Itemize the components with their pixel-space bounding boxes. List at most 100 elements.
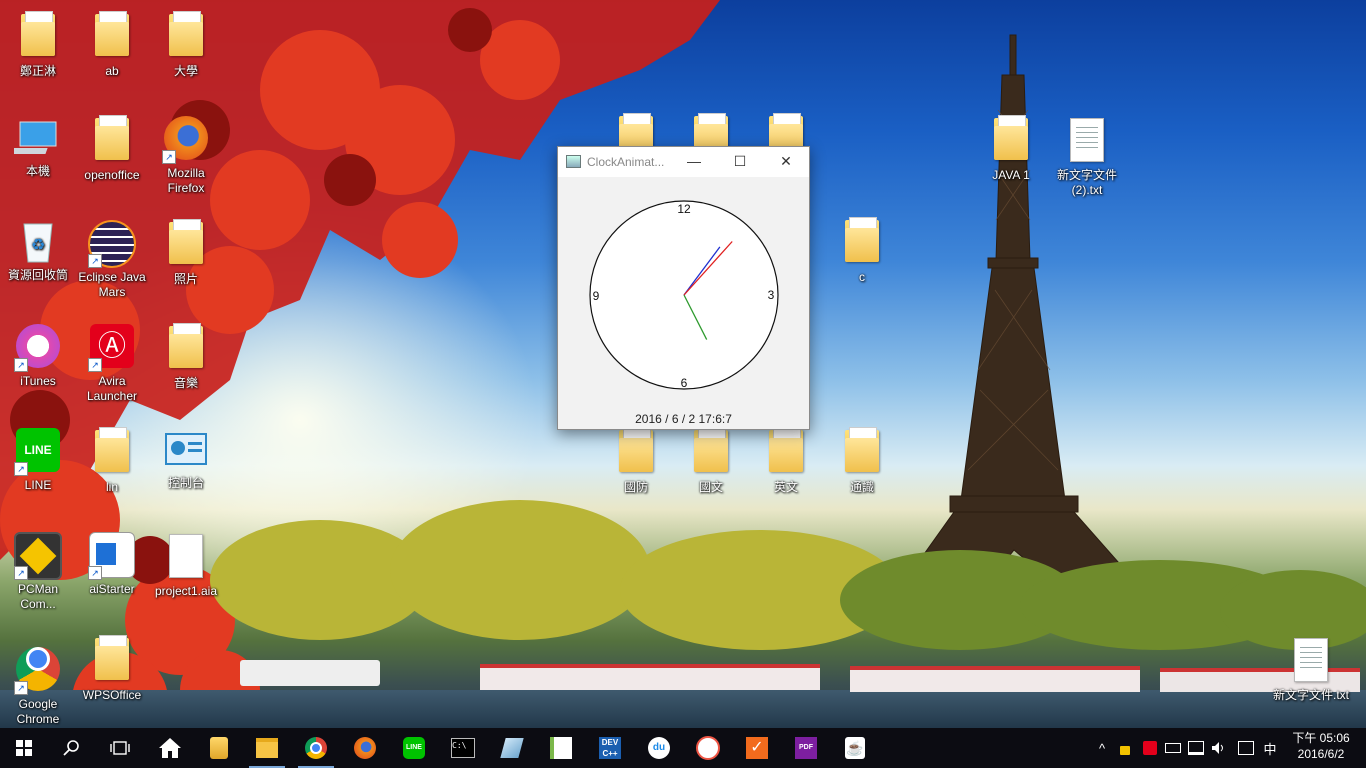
icon-label: 控制台 xyxy=(167,476,204,490)
text-file-icon xyxy=(1070,118,1104,162)
taskbar-snipping[interactable] xyxy=(684,728,732,768)
java-app-icon xyxy=(566,155,581,168)
shortcut-arrow-icon: ↗ xyxy=(14,462,28,476)
show-hidden-icons-button[interactable]: ^ xyxy=(1091,728,1113,768)
task-view-button[interactable] xyxy=(96,728,144,768)
devcpp-icon: DEV C++ xyxy=(599,737,621,759)
desktop-icon-c[interactable]: c xyxy=(824,216,900,285)
taskbar-todo[interactable]: ✓ xyxy=(733,728,781,768)
shortcut-arrow-icon: ↗ xyxy=(14,681,28,695)
icon-label: 國防 xyxy=(623,480,648,494)
desktop-icon-firefox[interactable]: ↗ Mozilla Firefox xyxy=(148,114,224,196)
tree-line-graphic xyxy=(210,500,1366,650)
icon-label: 新文字文件 (2).txt xyxy=(1056,168,1117,197)
desktop-icon-user-folder[interactable]: 鄭正淋 xyxy=(0,10,76,79)
icon-label: ab xyxy=(105,64,119,78)
desktop-icon-java1[interactable]: JAVA 1 xyxy=(973,114,1049,183)
home-icon xyxy=(159,738,181,758)
svg-text:♻: ♻ xyxy=(31,235,45,254)
desktop-icon-line[interactable]: LINE ↗ LINE xyxy=(0,426,76,493)
desktop-icon-photos[interactable]: 照片 xyxy=(148,218,224,287)
icon-label: Eclipse Java Mars xyxy=(78,270,146,299)
taskbar-home[interactable] xyxy=(146,728,194,768)
desktop-icon-avira[interactable]: Ⓐ ↗ Avira Launcher xyxy=(74,322,150,404)
snipping-icon xyxy=(696,736,720,760)
folder-icon xyxy=(845,427,879,472)
desktop-icon-itunes[interactable]: ↗ iTunes xyxy=(0,322,76,389)
icon-label: 國文 xyxy=(698,480,723,494)
icon-label: iTunes xyxy=(20,374,56,388)
desktop-icon-new-text-2[interactable]: 新文字文件 (2).txt xyxy=(1049,114,1125,198)
icon-label: LINE xyxy=(24,478,52,492)
desktop-icon-wpsoffice[interactable]: WPSOffice xyxy=(74,634,150,703)
desktop-icon-control-panel[interactable]: 控制台 xyxy=(148,426,224,491)
icon-label: 新文字文件.txt xyxy=(1273,688,1350,702)
desktop-icon-pcman[interactable]: ↗ PCMan Com... xyxy=(0,530,76,612)
taskbar-cmd[interactable]: C:\ xyxy=(439,728,487,768)
taskbar: LINE C:\ DEV C++ du ✓ PDF ☕ ^ 中 下午 05:06 … xyxy=(0,728,1366,768)
desktop-icon-recycle-bin[interactable]: ♻ 資源回收筒 xyxy=(0,218,76,283)
desktop-icon-lin[interactable]: lin xyxy=(74,426,150,495)
taskbar-devcpp[interactable]: DEV C++ xyxy=(586,728,634,768)
minimize-button[interactable]: — xyxy=(671,147,717,177)
taskbar-app[interactable] xyxy=(488,728,536,768)
todo-icon: ✓ xyxy=(746,737,768,759)
icon-label: 通識 xyxy=(849,480,874,494)
icon-label: 資源回收筒 xyxy=(7,268,68,282)
baidu-icon: du xyxy=(648,737,670,759)
taskbar-java[interactable]: ☕ xyxy=(831,728,879,768)
desktop-icon-project1[interactable]: project1.aia xyxy=(148,530,224,599)
windows-logo-icon xyxy=(16,740,32,756)
desktop-icon-general-education[interactable]: 通識 xyxy=(824,426,900,495)
desktop-icon-ab[interactable]: ab xyxy=(74,10,150,79)
icon-label: Avira Launcher xyxy=(86,374,138,403)
tray-battery[interactable] xyxy=(1162,728,1184,768)
ime-indicator[interactable]: 中 xyxy=(1259,728,1281,768)
taskbar-notes[interactable] xyxy=(195,728,243,768)
desktop-icon-eclipse[interactable]: ↗ Eclipse Java Mars xyxy=(74,218,150,300)
desktop-icon-this-pc[interactable]: 本機 xyxy=(0,114,76,179)
clock-animation-window[interactable]: ClockAnimat... — ☐ ✕ 12 3 6 9 2016 / 6 /… xyxy=(557,146,810,430)
taskbar-line[interactable]: LINE xyxy=(390,728,438,768)
desktop-icon-google-chrome[interactable]: ↗ Google Chrome xyxy=(0,634,76,727)
taskbar-firefox[interactable] xyxy=(341,728,389,768)
start-button[interactable] xyxy=(0,728,48,768)
icon-label: project1.aia xyxy=(154,584,218,598)
tray-lock[interactable] xyxy=(1114,728,1136,768)
desktop-icon-openoffice[interactable]: openoffice xyxy=(74,114,150,183)
lock-icon xyxy=(1120,746,1130,755)
task-view-icon xyxy=(110,741,130,755)
taskbar-baidu[interactable]: du xyxy=(635,728,683,768)
desktop-icon-english[interactable]: 英文 xyxy=(748,426,824,495)
desktop-icon-university[interactable]: 大學 xyxy=(148,10,224,79)
tray-action-center[interactable] xyxy=(1235,728,1257,768)
taskbar-pdf[interactable]: PDF xyxy=(782,728,830,768)
search-button[interactable] xyxy=(48,728,96,768)
desktop-icon-chinese[interactable]: 國文 xyxy=(673,426,749,495)
action-center-icon xyxy=(1238,741,1254,755)
taskbar-clock[interactable]: 下午 05:06 2016/6/2 xyxy=(1286,730,1356,762)
maximize-button[interactable]: ☐ xyxy=(717,147,763,177)
numeral-6: 6 xyxy=(681,376,688,390)
shortcut-arrow-icon: ↗ xyxy=(88,254,102,268)
window-title: ClockAnimat... xyxy=(587,155,665,169)
numeral-3: 3 xyxy=(768,288,775,302)
music-folder-icon xyxy=(169,323,203,368)
tray-network[interactable] xyxy=(1185,728,1207,768)
desktop-icon-aistarter[interactable]: ↗ aiStarter xyxy=(74,530,150,597)
window-titlebar[interactable]: ClockAnimat... — ☐ ✕ xyxy=(558,147,809,177)
tray-avira[interactable] xyxy=(1139,728,1161,768)
cmd-icon: C:\ xyxy=(451,738,475,758)
close-button[interactable]: ✕ xyxy=(763,147,809,177)
desktop-icon-national-defense[interactable]: 國防 xyxy=(598,426,674,495)
taskbar-file-explorer[interactable] xyxy=(243,728,291,768)
firefox-icon xyxy=(354,737,376,759)
icon-label: 照片 xyxy=(173,272,198,286)
tray-volume[interactable] xyxy=(1208,728,1230,768)
shortcut-arrow-icon: ↗ xyxy=(14,358,28,372)
taskbar-chrome[interactable] xyxy=(292,728,340,768)
icon-label: lin xyxy=(105,480,118,494)
taskbar-notepad-plus[interactable] xyxy=(537,728,585,768)
desktop-icon-music[interactable]: 音樂 xyxy=(148,322,224,391)
desktop-icon-new-text[interactable]: 新文字文件.txt xyxy=(1273,634,1349,703)
